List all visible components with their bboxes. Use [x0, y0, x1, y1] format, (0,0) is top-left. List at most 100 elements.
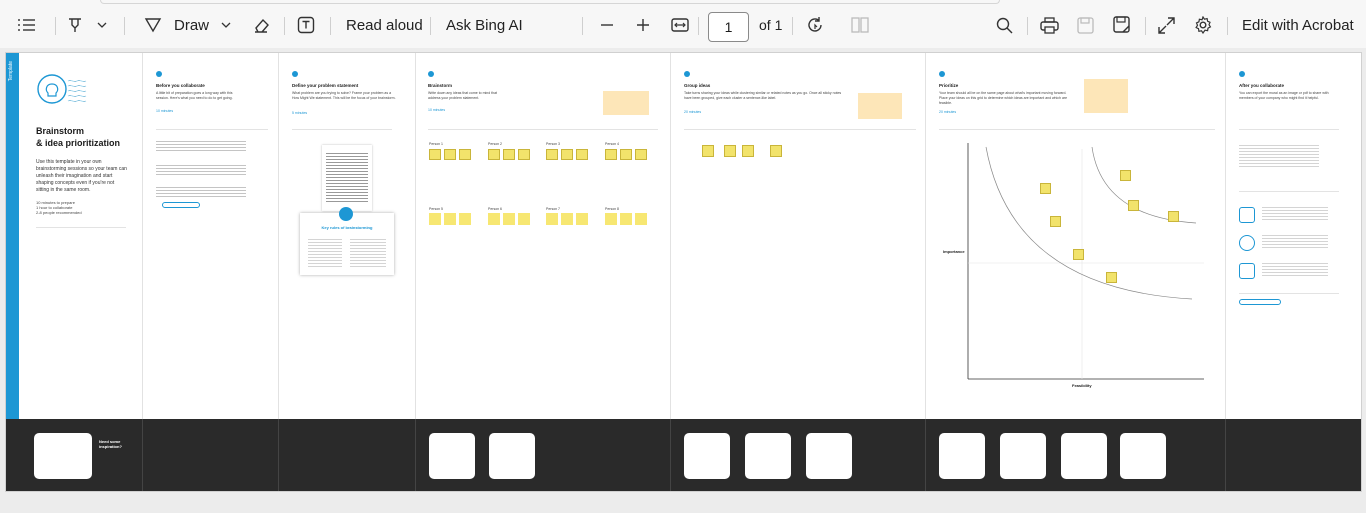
sticky-note[interactable] [503, 213, 515, 225]
text-box-icon[interactable] [297, 14, 315, 36]
zoom-in-icon[interactable] [636, 14, 650, 36]
sticky-note[interactable] [605, 149, 617, 160]
sticky-note[interactable] [1050, 216, 1061, 227]
sticky-note[interactable] [576, 149, 588, 160]
sticky-note[interactable] [1106, 272, 1117, 283]
chevron-down-icon[interactable] [96, 14, 108, 36]
template-text [1262, 235, 1328, 249]
sticky-note[interactable] [429, 213, 441, 225]
example-thumbnail[interactable] [1000, 433, 1046, 479]
draw-icon[interactable] [144, 14, 162, 36]
example-thumbnail[interactable] [34, 433, 92, 479]
separator [1145, 17, 1146, 35]
example-thumbnail[interactable] [745, 433, 791, 479]
sticky-note[interactable] [1128, 200, 1139, 211]
prioritization-grid [942, 139, 1212, 404]
sticky-note[interactable] [444, 149, 456, 160]
band-divider [1225, 419, 1226, 491]
section-subtitle: What problem are you trying to solve? Fr… [292, 91, 396, 100]
example-thumbnail[interactable] [429, 433, 475, 479]
example-thumbnail[interactable] [939, 433, 985, 479]
example-thumbnail[interactable] [684, 433, 730, 479]
example-thumbnail[interactable] [489, 433, 535, 479]
sticky-note[interactable] [605, 213, 617, 225]
edit-with-acrobat-button[interactable]: Edit with Acrobat [1242, 14, 1354, 36]
save-icon [1077, 14, 1094, 36]
sticky-note[interactable] [1168, 211, 1179, 222]
band-divider [278, 419, 279, 491]
sticky-note[interactable] [429, 149, 441, 160]
browse-templates-button[interactable] [1239, 299, 1281, 305]
sticky-note[interactable] [770, 145, 782, 157]
section-subtitle: Your team should all be on the same page… [939, 91, 1068, 105]
section-time: 10 minutes [156, 109, 174, 113]
draw-button[interactable]: Draw [174, 14, 209, 36]
person-label: Person 2 [488, 142, 503, 146]
fit-page-icon[interactable] [671, 14, 689, 36]
sticky-note[interactable] [546, 149, 558, 160]
sticky-note[interactable] [518, 149, 530, 160]
sticky-note[interactable] [1073, 249, 1084, 260]
eraser-icon[interactable] [252, 14, 270, 36]
section-title: Before you collaborate [156, 83, 205, 88]
sticky-note[interactable] [635, 213, 647, 225]
column-divider [925, 53, 926, 419]
divider [939, 129, 1215, 130]
sticky-note[interactable] [444, 213, 456, 225]
sticky-note[interactable] [561, 149, 573, 160]
sticky-note[interactable] [620, 149, 632, 160]
example-thumbnail[interactable] [1061, 433, 1107, 479]
section-time: 10 minutes [428, 108, 446, 112]
sticky-note[interactable] [503, 149, 515, 160]
inspiration-title: Need some inspiration? [99, 439, 122, 449]
sticky-note[interactable] [724, 145, 736, 157]
sticky-note[interactable] [459, 213, 471, 225]
example-thumbnail[interactable] [1120, 433, 1166, 479]
highlight-icon[interactable] [66, 14, 84, 36]
sticky-note[interactable] [488, 213, 500, 225]
example-thumbnail[interactable] [806, 433, 852, 479]
sticky-note[interactable] [488, 149, 500, 160]
template-text [1262, 207, 1328, 221]
read-aloud-button[interactable]: Read aloud [346, 14, 423, 36]
chevron-down-icon[interactable] [220, 14, 232, 36]
sticky-note[interactable] [702, 145, 714, 157]
section-subtitle: A little bit of preparation goes a long … [156, 91, 233, 100]
sticky-note[interactable] [1040, 183, 1051, 194]
sticky-note[interactable] [518, 213, 530, 225]
ask-bing-button[interactable]: Ask Bing AI [446, 14, 523, 36]
separator [124, 17, 125, 35]
sticky-note[interactable] [635, 149, 647, 160]
sticky-note[interactable] [546, 213, 558, 225]
page-total: of 1 [759, 17, 783, 33]
open-article-button[interactable] [162, 202, 200, 208]
settings-icon[interactable] [1194, 14, 1212, 36]
pdf-toolbar: Draw Read aloud Ask Bing AI 1 of 1 Edit … [0, 0, 1366, 48]
search-icon[interactable] [996, 14, 1013, 36]
section-subtitle: Write down any ideas that come to mind t… [428, 91, 497, 100]
divider [292, 129, 392, 130]
person-label: Person 3 [546, 142, 561, 146]
save-as-icon[interactable] [1113, 14, 1131, 36]
sticky-note[interactable] [742, 145, 754, 157]
page-number-input[interactable]: 1 [708, 12, 749, 42]
print-icon[interactable] [1040, 14, 1059, 36]
sticky-note[interactable] [576, 213, 588, 225]
contents-icon[interactable] [18, 14, 36, 36]
sticky-note[interactable] [1120, 170, 1131, 181]
template-text [1262, 263, 1328, 277]
section-title: After you collaborate [1239, 83, 1285, 88]
section-time: 20 minutes [939, 110, 957, 114]
template-description: Use this template in your own brainstorm… [36, 159, 127, 193]
person-label: Person 1 [429, 142, 444, 146]
rotate-icon[interactable] [806, 14, 824, 36]
zoom-out-icon[interactable] [600, 14, 614, 36]
brainstorm-rules-card: Key rules of brainstorming [300, 207, 394, 275]
sticky-note[interactable] [561, 213, 573, 225]
divider [156, 129, 268, 130]
sticky-note[interactable] [620, 213, 632, 225]
lightbulb-icon [36, 73, 88, 114]
sticky-note[interactable] [459, 149, 471, 160]
fullscreen-icon[interactable] [1158, 14, 1175, 36]
separator [430, 17, 431, 35]
